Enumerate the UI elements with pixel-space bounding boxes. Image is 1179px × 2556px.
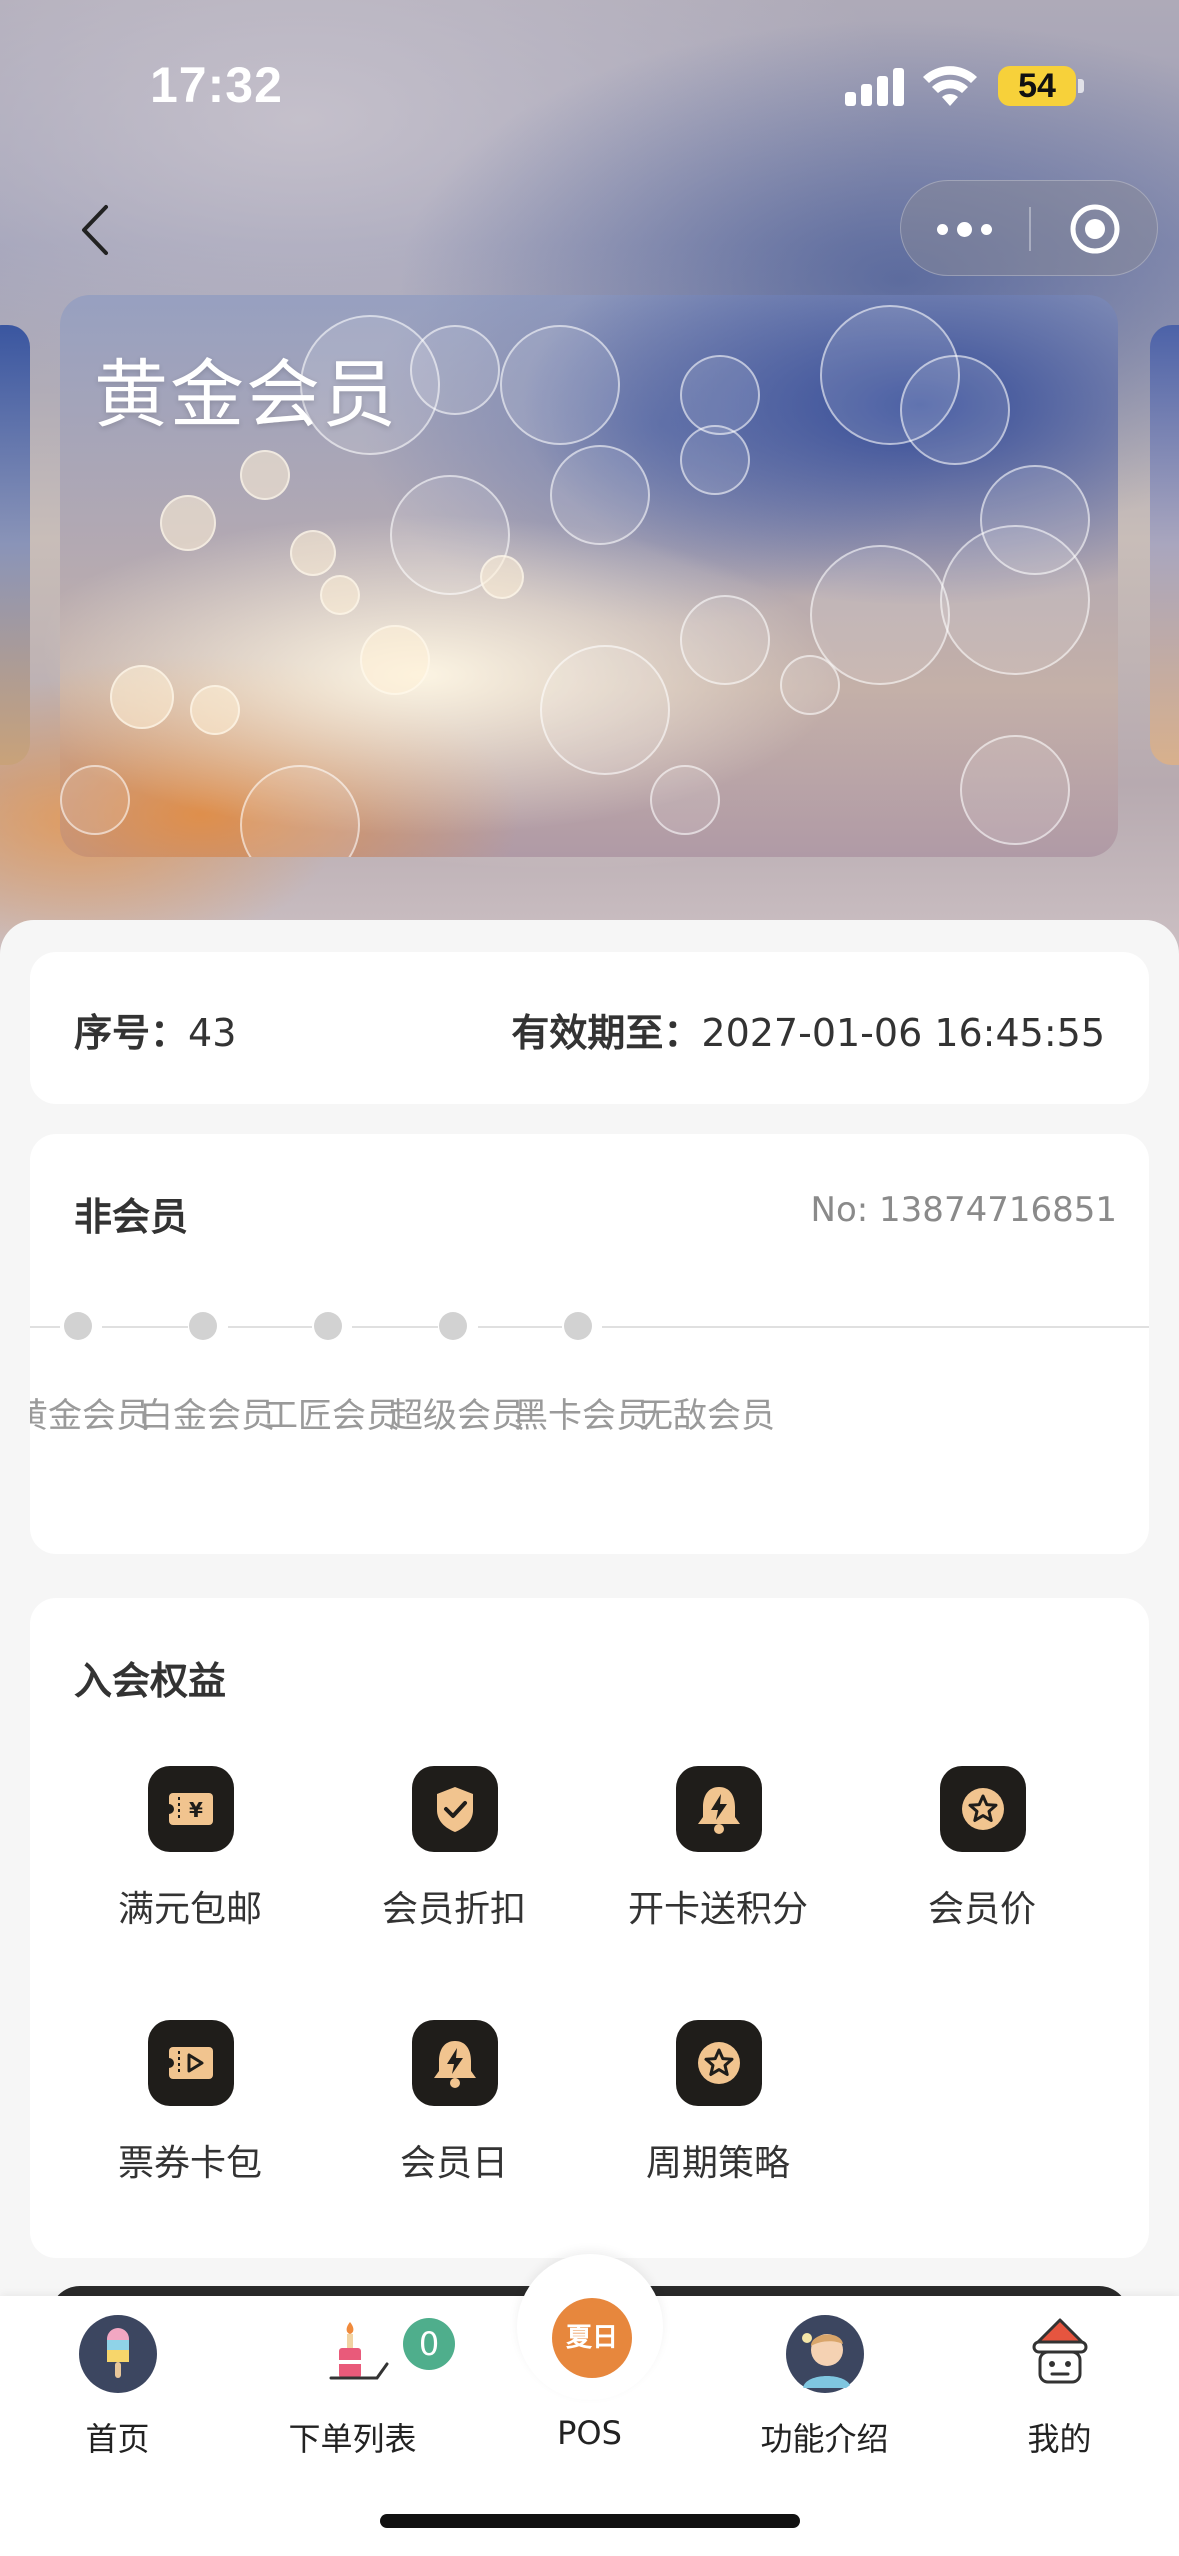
summer-sale-icon[interactable]: 夏日 xyxy=(552,2298,632,2378)
tab-label: 首页 xyxy=(85,2420,150,2458)
svg-text:¥: ¥ xyxy=(189,1798,203,1822)
benefit-cycle-strategy[interactable]: 周期策略 xyxy=(586,2020,850,2200)
level-dot xyxy=(314,1312,342,1340)
benefit-label: 会员价 xyxy=(927,1889,1036,1930)
benefit-member-discount[interactable]: 会员折扣 xyxy=(322,1766,586,1946)
back-button[interactable] xyxy=(62,195,132,265)
bell-bolt-icon xyxy=(412,2020,498,2106)
level-dot xyxy=(189,1312,217,1340)
prev-card-peek[interactable] xyxy=(0,325,30,765)
tab-features[interactable]: 功能介绍 xyxy=(707,2296,942,2496)
bell-bolt-icon xyxy=(676,1766,762,1852)
popsicle-icon xyxy=(79,2315,157,2393)
ticket-play-icon xyxy=(148,2020,234,2106)
serial-label: 序号： xyxy=(74,1011,189,1055)
benefit-label: 会员日 xyxy=(399,2143,508,2184)
serial-number: 序号：43 xyxy=(74,1002,236,1057)
target-icon[interactable] xyxy=(1067,201,1123,257)
level-dot xyxy=(564,1312,592,1340)
tab-label: 我的 xyxy=(1027,2420,1092,2458)
expiry-value: 2027-01-06 16:45:55 xyxy=(701,1011,1105,1055)
tab-mine[interactable]: 我的 xyxy=(942,2296,1177,2496)
yuan-ticket-icon: ¥ xyxy=(148,1766,234,1852)
benefit-label: 满元包邮 xyxy=(117,1889,262,1930)
benefit-member-day[interactable]: 会员日 xyxy=(322,2020,586,2200)
level-dot xyxy=(64,1312,92,1340)
benefits-card: 入会权益 ¥ 满元包邮 会员折扣 开卡送积分 会员价 票券卡包 会员日 周期策略 xyxy=(30,1598,1149,2258)
battery-tip xyxy=(1078,79,1084,93)
benefit-label: 会员折扣 xyxy=(381,1889,526,1930)
status-bar: 17:32 54 xyxy=(0,0,1179,170)
cake-candle-icon xyxy=(329,2322,389,2380)
order-count-badge: 0 xyxy=(403,2318,455,2370)
member-number: No: 13874716851 xyxy=(810,1190,1117,1230)
shield-check-icon xyxy=(412,1766,498,1852)
tab-home[interactable]: 首页 xyxy=(0,2296,235,2496)
avatar-santa-icon xyxy=(1032,2318,1088,2384)
status-time: 17:32 xyxy=(150,57,283,113)
benefit-label: 开卡送积分 xyxy=(627,1889,808,1930)
benefit-member-price[interactable]: 会员价 xyxy=(850,1766,1114,1946)
benefit-label: 周期策略 xyxy=(645,2143,790,2184)
member-card[interactable]: 黄金会员 xyxy=(60,295,1118,857)
level-dot xyxy=(439,1312,467,1340)
serial-value: 43 xyxy=(188,1011,237,1055)
benefit-label: 票券卡包 xyxy=(117,2143,262,2184)
next-card-peek[interactable] xyxy=(1150,325,1179,765)
card-title: 黄金会员 xyxy=(94,352,398,438)
battery-indicator: 54 xyxy=(998,66,1076,106)
home-indicator xyxy=(380,2514,800,2528)
capsule-divider xyxy=(1029,207,1031,251)
avatar-boy-icon xyxy=(786,2315,864,2393)
expiry-label: 有效期至： xyxy=(511,1011,702,1055)
tab-label: POS xyxy=(557,2414,622,2452)
star-badge-icon xyxy=(940,1766,1026,1852)
benefit-card-points[interactable]: 开卡送积分 xyxy=(586,1766,850,1946)
benefit-free-shipping[interactable]: ¥ 满元包邮 xyxy=(58,1766,322,1946)
expiry-date: 有效期至：2027-01-06 16:45:55 xyxy=(511,1002,1105,1057)
signal-icon xyxy=(845,66,905,106)
member-level-card: 非会员 No: 13874716851 黄金会员 白金会员 工匠会员 超级会员 … xyxy=(30,1134,1149,1554)
tab-label: 下单列表 xyxy=(288,2420,417,2458)
benefits-title: 入会权益 xyxy=(74,1659,227,1703)
star-badge-icon xyxy=(676,2020,762,2106)
benefit-coupon-wallet[interactable]: 票券卡包 xyxy=(58,2020,322,2200)
tab-label: 功能介绍 xyxy=(760,2420,889,2458)
level-label: 无敌会员 xyxy=(639,1396,775,1436)
membership-info-card: 序号：43 有效期至：2027-01-06 16:45:55 xyxy=(30,952,1149,1104)
more-dots-icon[interactable] xyxy=(929,209,1009,249)
wifi-icon xyxy=(923,66,977,106)
mini-program-capsule xyxy=(900,180,1158,276)
member-status: 非会员 xyxy=(74,1195,189,1239)
